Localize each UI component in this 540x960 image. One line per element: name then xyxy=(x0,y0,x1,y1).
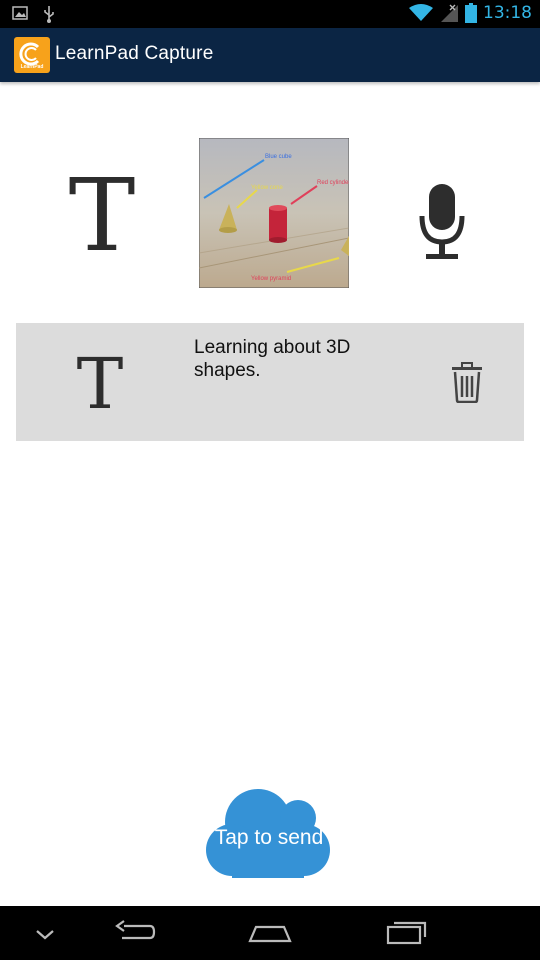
logo-text: LearnPad xyxy=(20,64,44,70)
trash-icon[interactable] xyxy=(450,361,484,403)
entry-text: Learning about 3D shapes. xyxy=(194,337,351,381)
signal-icon xyxy=(441,4,458,22)
tap-to-send-button[interactable]: Tap to send xyxy=(206,788,332,880)
photo-thumbnail[interactable]: Blue cube Yellow cone Red cylinder Yello… xyxy=(199,138,349,288)
capture-options: T Blue cube Yellow cone Red cylinder Yel… xyxy=(0,138,540,288)
photo-label-red-cylinder: Red cylinder xyxy=(317,180,349,186)
home-icon[interactable] xyxy=(248,921,292,945)
microphone-icon[interactable] xyxy=(418,182,468,262)
image-notification-icon xyxy=(12,6,28,20)
navigation-bar xyxy=(0,906,540,960)
send-label: Tap to send xyxy=(214,826,324,849)
photo-label-yellow-pyramid: Yellow pyramid xyxy=(251,276,291,282)
text-entry-icon: T xyxy=(76,343,124,425)
status-time: 13:18 xyxy=(483,3,532,23)
wifi-icon xyxy=(409,4,433,21)
back-icon[interactable] xyxy=(114,920,158,946)
entry-card[interactable]: T Learning about 3D shapes. xyxy=(16,323,524,441)
usb-icon xyxy=(44,6,54,23)
action-bar: LearnPad LearnPad Capture xyxy=(0,28,540,82)
photo-label-yellow-cone: Yellow cone xyxy=(251,185,283,191)
add-text-button[interactable]: T xyxy=(60,166,144,266)
hide-keyboard-icon[interactable] xyxy=(34,928,56,942)
battery-icon xyxy=(465,3,477,23)
status-bar: 13:18 xyxy=(0,0,540,28)
app-title: LearnPad Capture xyxy=(55,43,214,64)
recent-apps-icon[interactable] xyxy=(386,919,428,945)
app-logo[interactable]: LearnPad xyxy=(14,37,50,73)
photo-label-blue-cube: Blue cube xyxy=(265,154,292,160)
